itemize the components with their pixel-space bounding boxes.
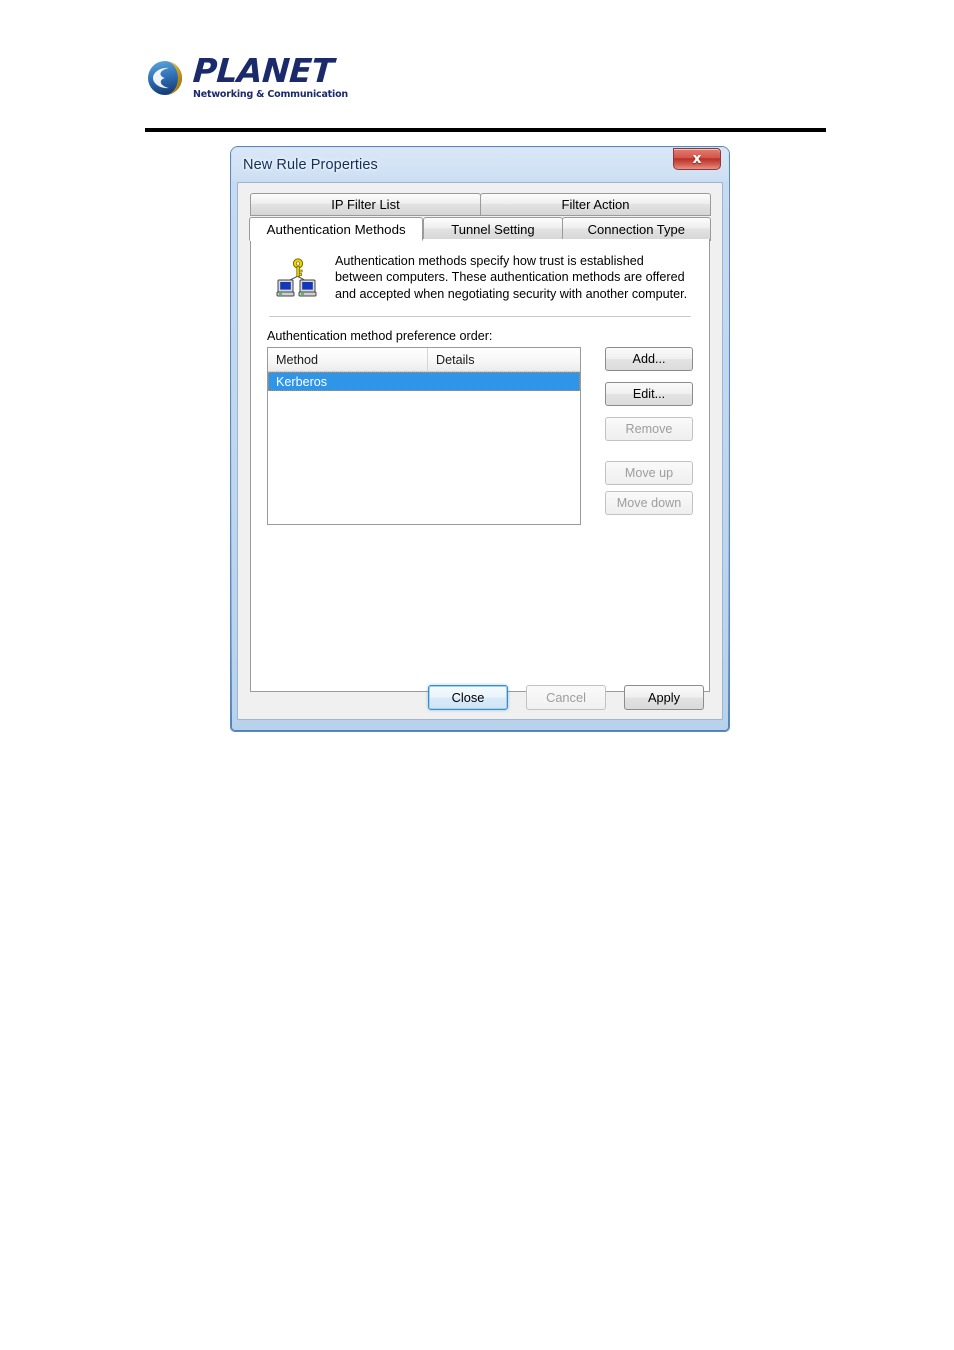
remove-button[interactable]: Remove bbox=[605, 417, 693, 442]
move-down-button[interactable]: Move down bbox=[605, 491, 693, 516]
key-computers-icon bbox=[275, 256, 319, 300]
list-action-buttons: Add... Edit... Remove Move up Move down bbox=[605, 347, 693, 516]
add-button[interactable]: Add... bbox=[605, 347, 693, 372]
header-divider bbox=[145, 128, 826, 132]
list-header: Method Details bbox=[268, 348, 580, 373]
dialog-titlebar[interactable]: New Rule Properties x bbox=[237, 148, 723, 182]
close-button[interactable]: x bbox=[673, 148, 721, 170]
tab-label: Filter Action bbox=[561, 197, 630, 212]
cancel-button[interactable]: Cancel bbox=[526, 685, 606, 710]
dialog-client-area: IP Filter List Filter Action Authenticat… bbox=[237, 182, 723, 720]
tab-row-1: IP Filter List Filter Action bbox=[250, 193, 711, 216]
tab-row-2: Authentication Methods Tunnel Setting Co… bbox=[249, 217, 712, 241]
panel-divider bbox=[269, 316, 691, 318]
planet-logo: PLANET Networking & Communication bbox=[145, 51, 835, 101]
tab-connection-type[interactable]: Connection Type bbox=[561, 217, 712, 241]
dialog-title: New Rule Properties bbox=[243, 157, 378, 173]
table-row[interactable]: Kerberos bbox=[268, 372, 580, 392]
tab-filter-action[interactable]: Filter Action bbox=[480, 193, 711, 216]
authentication-methods-list[interactable]: Method Details Kerberos bbox=[267, 347, 581, 526]
column-header-method[interactable]: Method bbox=[268, 348, 428, 372]
brand-name: PLANET bbox=[191, 51, 335, 90]
apply-button[interactable]: Apply bbox=[624, 685, 704, 710]
close-dialog-button[interactable]: Close bbox=[428, 685, 508, 710]
tab-label: Authentication Methods bbox=[266, 221, 406, 237]
cell-method: Kerberos bbox=[276, 374, 328, 389]
close-icon: x bbox=[692, 151, 702, 167]
tab-label: IP Filter List bbox=[331, 197, 400, 212]
tab-strip: IP Filter List Filter Action Authenticat… bbox=[249, 193, 712, 241]
page-header: PLANET Networking & Communication bbox=[145, 51, 835, 125]
edit-button[interactable]: Edit... bbox=[605, 382, 693, 407]
column-header-details[interactable]: Details bbox=[428, 348, 580, 371]
list-area: Method Details Kerberos Add... Edit... R… bbox=[267, 347, 693, 526]
tab-authentication-methods[interactable]: Authentication Methods bbox=[249, 217, 424, 241]
globe-icon bbox=[145, 57, 187, 99]
brand-tagline: Networking & Communication bbox=[193, 89, 348, 100]
new-rule-properties-dialog: New Rule Properties x IP Filter List Fil… bbox=[231, 147, 729, 731]
tab-label: Tunnel Setting bbox=[451, 221, 535, 237]
dialog-button-bar: Close Cancel Apply bbox=[238, 685, 722, 710]
move-up-button[interactable]: Move up bbox=[605, 461, 693, 486]
tab-ip-filter-list[interactable]: IP Filter List bbox=[250, 193, 481, 216]
info-description: Authentication methods specify how trust… bbox=[335, 254, 688, 301]
list-label: Authentication method preference order: bbox=[267, 329, 493, 344]
authentication-methods-panel: Authentication methods specify how trust… bbox=[250, 239, 710, 692]
tab-tunnel-setting[interactable]: Tunnel Setting bbox=[423, 217, 563, 241]
tab-label: Connection Type bbox=[587, 221, 685, 237]
info-block: Authentication methods specify how trust… bbox=[267, 253, 693, 302]
logo-wordmark: PLANET Networking & Communication bbox=[191, 51, 349, 101]
